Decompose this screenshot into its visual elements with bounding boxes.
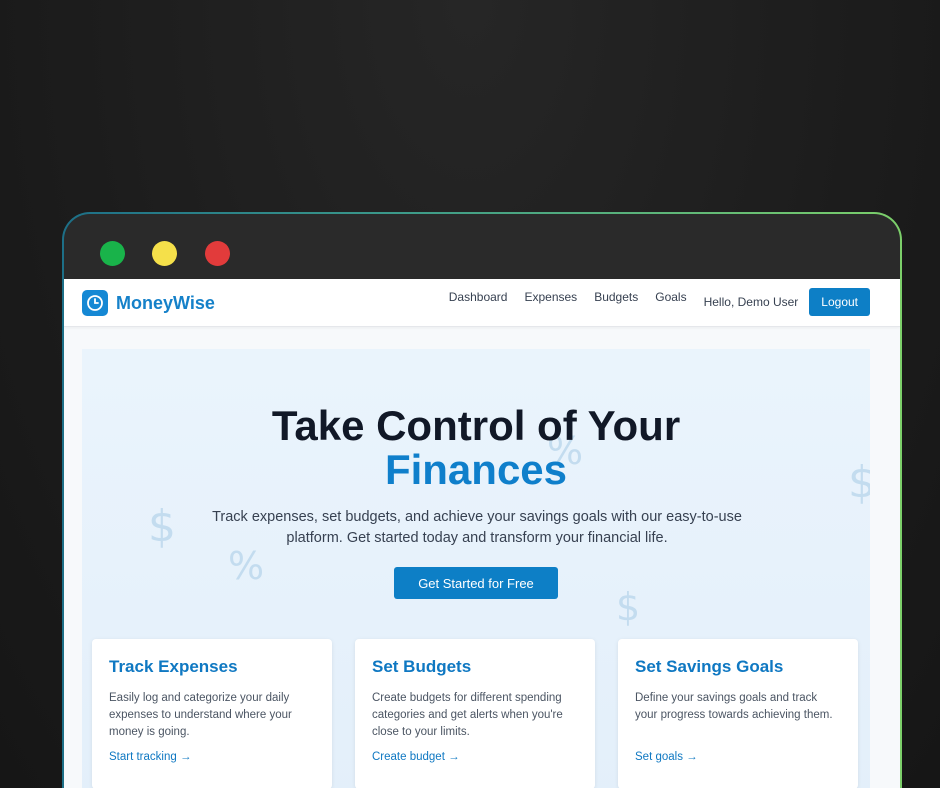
percent-icon: % bbox=[228, 544, 265, 588]
card-title: Set Savings Goals bbox=[635, 657, 784, 676]
app-content: MoneyWise Dashboard Expenses Budgets Goa… bbox=[64, 279, 900, 788]
browser-frame: MoneyWise Dashboard Expenses Budgets Goa… bbox=[62, 212, 902, 788]
window-minimize-button[interactable] bbox=[152, 241, 177, 266]
nav-budgets[interactable]: Budgets bbox=[594, 290, 638, 304]
window-titlebar bbox=[64, 214, 900, 279]
browser-window: MoneyWise Dashboard Expenses Budgets Goa… bbox=[64, 214, 900, 788]
nav-goals[interactable]: Goals bbox=[655, 290, 686, 304]
hero-title-accent: Finances bbox=[384, 446, 568, 493]
card-title: Set Budgets bbox=[372, 657, 472, 676]
brand-name: MoneyWise bbox=[116, 292, 215, 313]
get-started-button[interactable]: Get Started for Free bbox=[394, 567, 558, 599]
start-tracking-link[interactable]: Start tracking → bbox=[109, 751, 191, 763]
feature-card-set-budgets: Set Budgets Create budgets for different… bbox=[355, 639, 595, 788]
set-goals-link[interactable]: Set goals → bbox=[635, 751, 698, 763]
create-budget-link[interactable]: Create budget → bbox=[372, 751, 460, 763]
nav-links: Dashboard Expenses Budgets Goals Hello, … bbox=[449, 288, 870, 316]
card-description: Define your savings goals and track your… bbox=[635, 692, 833, 721]
card-description: Create budgets for different spending ca… bbox=[372, 692, 563, 738]
nav-dashboard[interactable]: Dashboard bbox=[449, 290, 508, 304]
window-maximize-button[interactable] bbox=[100, 241, 125, 266]
user-greeting: Hello, Demo User bbox=[703, 295, 799, 309]
hero-title: Take Control of Your Finances bbox=[82, 404, 870, 492]
feature-card-savings-goals: Set Savings Goals Define your savings go… bbox=[618, 639, 858, 788]
hero-section: $ % $ $ % Take Control of Your Finances … bbox=[82, 349, 870, 788]
dollar-icon: $ bbox=[148, 501, 176, 552]
navbar: MoneyWise Dashboard Expenses Budgets Goa… bbox=[64, 279, 900, 327]
feature-card-track-expenses: Track Expenses Easily log and categorize… bbox=[92, 639, 332, 788]
hero-subtitle: Track expenses, set budgets, and achieve… bbox=[212, 509, 742, 546]
card-description: Easily log and categorize your daily exp… bbox=[109, 692, 292, 738]
brand-logo[interactable]: MoneyWise bbox=[82, 290, 215, 316]
clock-icon bbox=[82, 290, 108, 316]
logout-button[interactable]: Logout bbox=[809, 288, 870, 316]
hero-title-line1: Take Control of Your bbox=[271, 402, 681, 449]
nav-expenses[interactable]: Expenses bbox=[524, 290, 577, 304]
dollar-icon: $ bbox=[616, 585, 641, 629]
window-close-button[interactable] bbox=[205, 241, 230, 266]
card-title: Track Expenses bbox=[109, 657, 238, 676]
